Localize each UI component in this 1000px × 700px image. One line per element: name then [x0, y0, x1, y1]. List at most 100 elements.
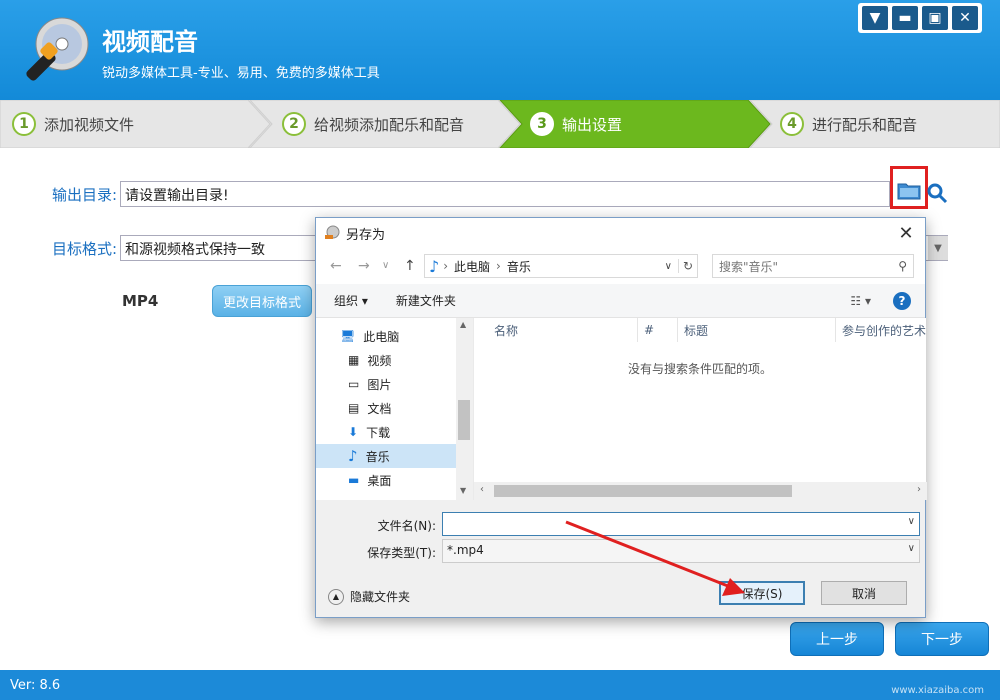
target-format-label: 目标格式:: [52, 240, 118, 258]
breadcrumb-music[interactable]: 音乐: [507, 258, 531, 275]
step-bar: 1 添加视频文件 2 给视频添加配乐和配音 3 输出设置 4 进行配乐和配音: [0, 100, 1000, 148]
step-3[interactable]: 3 输出设置: [530, 100, 622, 148]
step-label: 给视频添加配乐和配音: [314, 115, 465, 134]
organize-label: 组织: [334, 294, 359, 308]
address-bar[interactable]: ♪ › 此电脑 › 音乐 ∨ ↻: [424, 254, 698, 278]
dialog-title-bar: 另存为 ✕: [316, 218, 925, 248]
breadcrumb-this-pc[interactable]: 此电脑: [454, 258, 490, 275]
cancel-button[interactable]: 取消: [821, 581, 907, 605]
maximize-icon[interactable]: ▣: [922, 6, 948, 30]
step-4[interactable]: 4 进行配乐和配音: [780, 100, 917, 148]
tree-item-music[interactable]: ♪ 音乐: [316, 444, 456, 468]
scroll-down-icon[interactable]: ▼: [460, 486, 466, 495]
prev-step-button[interactable]: 上一步: [790, 622, 884, 656]
dialog-search-input[interactable]: 搜索"音乐" ⚲: [712, 254, 914, 278]
empty-message: 没有与搜索条件匹配的项。: [627, 362, 772, 376]
tree-scroll-thumb[interactable]: [458, 400, 470, 440]
breadcrumb-separator: ›: [496, 259, 501, 273]
tree-item-pictures[interactable]: ▭ 图片: [316, 372, 456, 396]
hscroll-thumb[interactable]: [494, 485, 792, 497]
step-label: 添加视频文件: [44, 115, 135, 134]
step-number: 4: [780, 112, 804, 136]
minimize-icon[interactable]: ▬: [892, 6, 918, 30]
back-arrow-icon[interactable]: ←: [330, 258, 342, 274]
help-icon[interactable]: ?: [893, 291, 911, 310]
chevron-down-icon[interactable]: ▼: [928, 236, 948, 260]
tree-item-downloads[interactable]: ⬇ 下载: [316, 420, 456, 444]
tree-item-videos[interactable]: ▦ 视频: [316, 348, 456, 372]
change-format-button[interactable]: 更改目标格式: [212, 285, 312, 317]
filetype-value: *.mp4: [447, 543, 484, 557]
dialog-close-icon[interactable]: ✕: [895, 222, 917, 244]
app-small-icon: [325, 225, 340, 239]
new-folder-button[interactable]: 新建文件夹: [396, 292, 456, 309]
video-folder-icon: ▦: [348, 353, 360, 367]
tree-item-desktop[interactable]: ▬ 桌面: [316, 468, 456, 492]
app-logo-icon: [26, 17, 89, 81]
file-list-hscrollbar[interactable]: ‹ ›: [474, 482, 927, 500]
breadcrumb-separator: ›: [443, 259, 449, 273]
tree-item-label: 音乐: [365, 449, 390, 464]
format-name: MP4: [122, 292, 159, 310]
tree-item-documents[interactable]: ▤ 文档: [316, 396, 456, 420]
tree-item-label: 文档: [367, 401, 392, 416]
forward-arrow-icon[interactable]: →: [358, 258, 370, 274]
column-header-name[interactable]: 名称: [488, 318, 638, 342]
music-note-icon: ♪: [429, 256, 440, 276]
tree-item-label: 视频: [367, 353, 392, 368]
download-folder-icon: ⬇: [348, 425, 359, 439]
column-header-number[interactable]: #: [638, 318, 678, 342]
save-button[interactable]: 保存(S): [719, 581, 805, 605]
tree-scrollbar[interactable]: ▲ ▼: [456, 318, 472, 500]
app-subtitle: 锐动多媒体工具-专业、易用、免费的多媒体工具: [102, 66, 380, 81]
desktop-folder-icon: ▬: [348, 473, 360, 487]
up-arrow-icon[interactable]: ↑: [404, 258, 416, 274]
dialog-toolbar: 组织 ▾ 新建文件夹 ☷ ▾ ?: [316, 284, 925, 318]
scroll-left-icon[interactable]: ‹: [480, 484, 484, 495]
column-header-title[interactable]: 标题: [678, 318, 836, 342]
output-dir-field[interactable]: 请设置输出目录!: [120, 181, 890, 207]
tree-item-label: 下载: [366, 425, 391, 440]
music-folder-icon: ♪: [348, 447, 358, 465]
watermark-text: www.xiazaiba.com: [891, 685, 984, 696]
search-icon[interactable]: [926, 182, 948, 204]
column-header-artist[interactable]: 参与创作的艺术: [836, 318, 927, 342]
next-step-button[interactable]: 下一步: [895, 622, 989, 656]
file-list-pane: 名称 # 标题 参与创作的艺术 没有与搜索条件匹配的项。 ‹ ›: [473, 318, 927, 500]
app-title: 视频配音: [102, 28, 198, 56]
filename-dropdown-icon[interactable]: ∨: [908, 516, 915, 527]
computer-icon: 🖥: [340, 329, 356, 343]
pictures-folder-icon: ▭: [348, 377, 360, 391]
title-bar: 视频配音 锐动多媒体工具-专业、易用、免费的多媒体工具 ▼ ▬ ▣ ✕: [0, 0, 1000, 100]
browse-folder-icon[interactable]: [897, 180, 921, 200]
documents-folder-icon: ▤: [348, 401, 360, 415]
step-number: 2: [282, 112, 306, 136]
menu-dropdown-icon[interactable]: ▼: [862, 6, 888, 30]
step-number: 1: [12, 112, 36, 136]
step-2[interactable]: 2 给视频添加配乐和配音: [282, 100, 464, 148]
version-text: Ver: 8.6: [10, 678, 61, 693]
save-as-dialog: 另存为 ✕ ← → ∨ ↑ ♪ › 此电脑 › 音乐 ∨ ↻ 搜索"音乐" ⚲ …: [315, 217, 927, 618]
scroll-right-icon[interactable]: ›: [917, 484, 921, 495]
step-label: 输出设置: [562, 115, 623, 134]
refresh-icon[interactable]: ↻: [677, 259, 697, 273]
filetype-dropdown-icon[interactable]: ∨: [908, 543, 915, 554]
window-controls: ▼ ▬ ▣ ✕: [858, 3, 982, 33]
dialog-title: 另存为: [346, 227, 386, 243]
tree-item-label: 图片: [367, 377, 392, 392]
organize-button[interactable]: 组织 ▾: [334, 292, 368, 309]
address-dropdown-icon[interactable]: ∨: [665, 261, 678, 272]
close-icon[interactable]: ✕: [952, 6, 978, 30]
step-label: 进行配乐和配音: [812, 115, 918, 134]
filetype-select[interactable]: *.mp4 ∨: [442, 539, 920, 563]
hide-folders-toggle[interactable]: ▲ 隐藏文件夹: [328, 588, 410, 605]
filename-input[interactable]: ∨: [442, 512, 920, 536]
view-options-icon[interactable]: ☷ ▾: [850, 294, 871, 308]
scroll-up-icon[interactable]: ▲: [460, 320, 466, 329]
tree-item-this-pc[interactable]: 🖥 此电脑: [316, 324, 456, 348]
recent-dropdown-icon[interactable]: ∨: [382, 260, 389, 271]
address-row: ← → ∨ ↑ ♪ › 此电脑 › 音乐 ∨ ↻ 搜索"音乐" ⚲: [316, 248, 925, 284]
filename-label: 文件名(N):: [377, 519, 436, 533]
status-bar: Ver: 8.6 www.xiazaiba.com: [0, 670, 1000, 700]
step-1[interactable]: 1 添加视频文件: [12, 100, 134, 148]
